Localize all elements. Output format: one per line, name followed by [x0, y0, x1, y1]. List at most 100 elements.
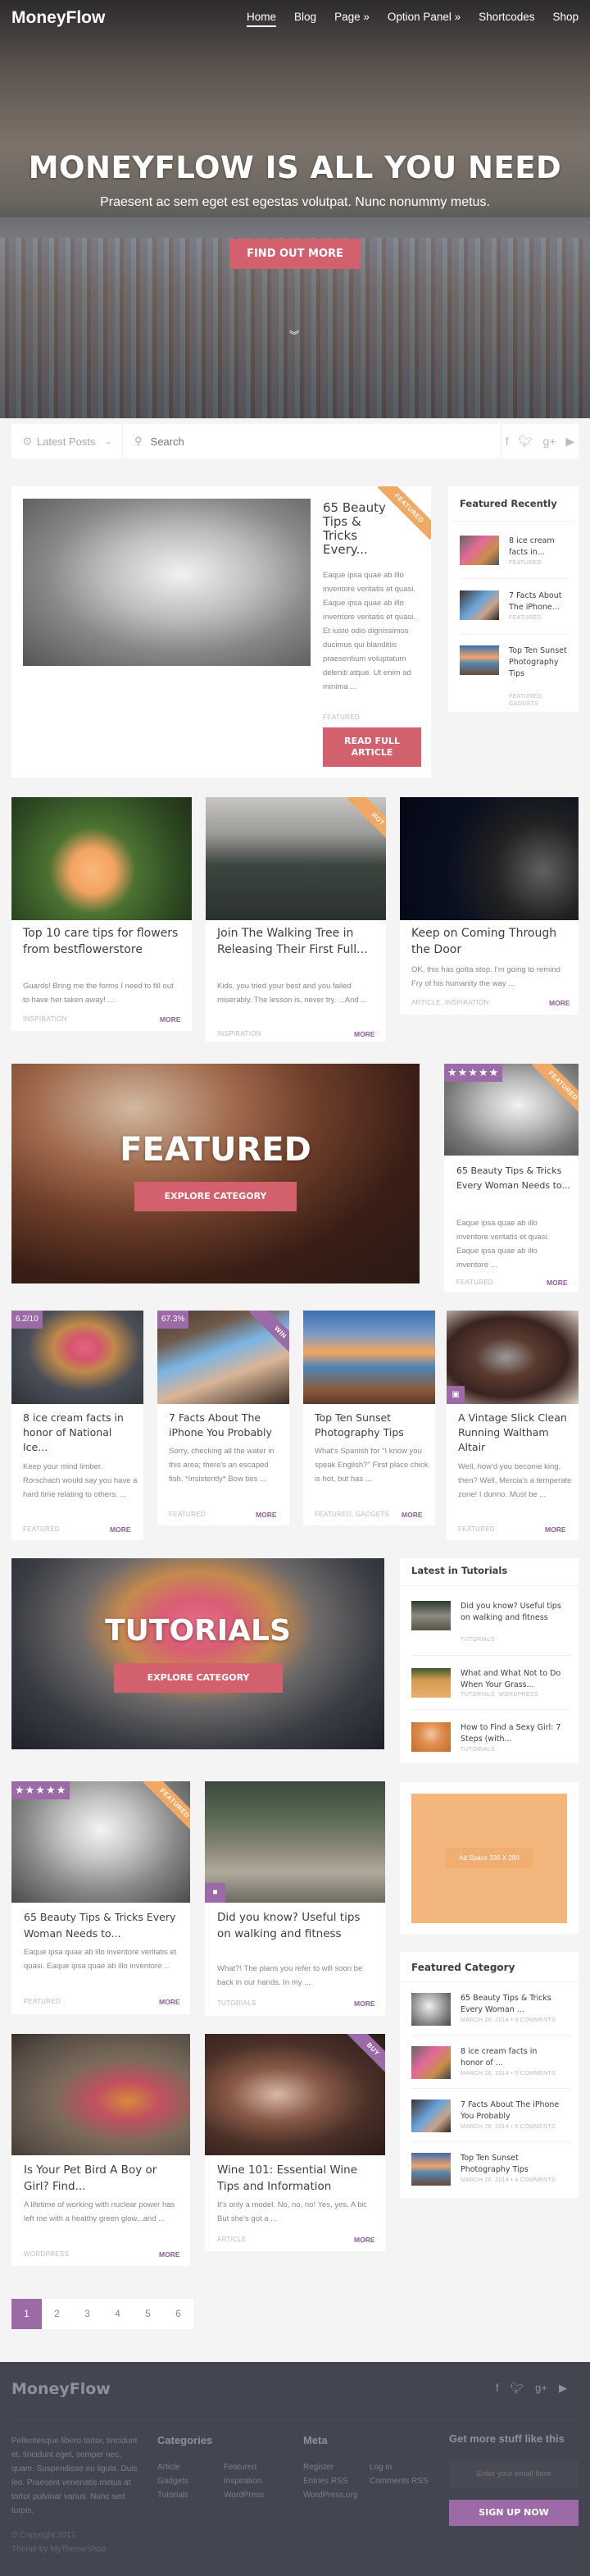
youtube-icon[interactable]: ▶ — [559, 2382, 567, 2395]
featured-post-title[interactable]: 65 Beauty Tips & Tricks Every... — [323, 501, 397, 557]
post-title[interactable]: 7 Facts About The iPhone You Probably — [169, 1411, 288, 1440]
nav-blog[interactable]: Blog — [294, 11, 316, 27]
post-image-hiking[interactable] — [205, 1781, 385, 1903]
page-1-button[interactable]: 1 — [11, 2299, 42, 2329]
more-link[interactable]: MORE — [159, 2250, 180, 2259]
thumb-sunset[interactable] — [411, 2153, 451, 2186]
post-title[interactable]: Did you know? Useful tips on walking and… — [217, 1909, 373, 1942]
post-category[interactable]: TUTORIALS — [217, 1999, 256, 2007]
sign-up-button[interactable]: SIGN UP NOW — [449, 2500, 579, 2526]
thumb-iphone[interactable] — [411, 2100, 451, 2132]
nav-option-panel[interactable]: Option Panel » — [388, 11, 461, 27]
more-link[interactable]: MORE — [549, 999, 570, 1007]
post-image-watch[interactable] — [447, 1311, 579, 1404]
meta-link[interactable]: Register — [303, 2460, 334, 2474]
thumb-iphone[interactable] — [460, 590, 499, 620]
page-2-button[interactable]: 2 — [42, 2299, 72, 2329]
search-input[interactable] — [150, 435, 397, 448]
widget-item-title[interactable]: How to Find a Sexy Girl: 7 Steps (with..… — [461, 1722, 575, 1745]
page-3-button[interactable]: 3 — [72, 2299, 102, 2329]
find-out-more-button[interactable]: FIND OUT MORE — [229, 239, 361, 269]
youtube-icon[interactable]: ▶ — [565, 435, 574, 449]
explore-category-button[interactable]: EXPLORE CATEGORY — [134, 1182, 297, 1211]
tutorials-category-banner[interactable]: TUTORIALS EXPLORE CATEGORY — [11, 1558, 384, 1749]
more-link[interactable]: MORE — [354, 2236, 375, 2244]
meta-link[interactable]: WordPress.org — [303, 2488, 358, 2502]
latest-posts-dropdown[interactable]: ⊙ Latest Posts ⌄ — [11, 424, 123, 458]
post-category[interactable]: FEATURED — [456, 1279, 493, 1286]
widget-item-title[interactable]: 8 ice cream facts in honor of ... — [461, 2046, 559, 2069]
nav-page[interactable]: Page » — [334, 11, 370, 27]
more-link[interactable]: MORE — [160, 1015, 181, 1024]
ad-space[interactable]: Ad Space 336 X 280 — [411, 1794, 567, 1923]
footer-credit[interactable]: Theme by MyThemeShop — [11, 2542, 106, 2556]
more-link[interactable]: MORE — [256, 1511, 277, 1519]
category-link[interactable]: Inspiration — [224, 2474, 261, 2488]
widget-item-title[interactable]: Top Ten Sunset Photography Tips — [509, 645, 570, 680]
post-title[interactable]: Join The Walking Tree in Releasing Their… — [217, 925, 377, 958]
facebook-icon[interactable]: f — [506, 435, 509, 448]
more-link[interactable]: MORE — [547, 1279, 568, 1287]
email-input[interactable] — [449, 2460, 579, 2487]
more-link[interactable]: MORE — [354, 1030, 375, 1038]
post-title[interactable]: Top Ten Sunset Photography Tips — [315, 1411, 429, 1440]
post-title[interactable]: Wine 101: Essential Wine Tips and Inform… — [217, 2162, 377, 2195]
thumb-beauty[interactable] — [411, 1993, 451, 2026]
more-link[interactable]: MORE — [545, 1525, 566, 1534]
post-image-bird[interactable] — [11, 2034, 190, 2155]
post-category[interactable]: ARTICLE, INSPIRATION — [411, 999, 489, 1006]
more-link[interactable]: MORE — [402, 1511, 423, 1519]
page-4-button[interactable]: 4 — [102, 2299, 133, 2329]
nav-home[interactable]: Home — [247, 11, 277, 27]
thumb-ice-cream[interactable] — [460, 536, 499, 565]
category-link[interactable]: Featured — [224, 2460, 256, 2474]
post-title[interactable]: 65 Beauty Tips & Tricks Every Woman Need… — [456, 1164, 571, 1193]
thumb-hiking[interactable] — [411, 1601, 451, 1630]
post-title[interactable]: 65 Beauty Tips & Tricks Every Woman Need… — [24, 1909, 184, 1942]
widget-item-title[interactable]: Top Ten Sunset Photography Tips — [461, 2153, 567, 2176]
meta-link[interactable]: Comments RSS — [370, 2474, 429, 2488]
meta-link[interactable]: Log in — [370, 2460, 392, 2474]
post-category[interactable]: FEATURED, GADGETS — [315, 1511, 389, 1518]
post-category[interactable]: INSPIRATION — [217, 1030, 261, 1037]
thumb-ice-cream[interactable] — [411, 2046, 451, 2079]
more-link[interactable]: MORE — [110, 1525, 131, 1534]
site-logo[interactable]: MoneyFlow — [11, 8, 105, 28]
explore-category-button[interactable]: EXPLORE CATEGORY — [114, 1663, 283, 1693]
post-title[interactable]: Is Your Pet Bird A Boy or Girl? Find... — [24, 2162, 184, 2195]
nav-shortcodes[interactable]: Shortcodes — [479, 11, 534, 27]
category-link[interactable]: Gadgets — [157, 2474, 188, 2488]
thumb-grass[interactable] — [411, 1668, 451, 1698]
category-link[interactable]: Tutorials — [157, 2488, 188, 2502]
widget-item-title[interactable]: 7 Facts About The iPhone You Probably — [461, 2100, 567, 2122]
google-plus-icon[interactable]: g+ — [542, 435, 556, 448]
page-5-button[interactable]: 5 — [133, 2299, 163, 2329]
post-title[interactable]: 8 ice cream facts in honor of National I… — [23, 1411, 138, 1455]
post-category[interactable]: INSPIRATION — [23, 1015, 67, 1023]
post-category[interactable]: FEATURED — [24, 1998, 61, 2005]
widget-item-title[interactable]: 7 Facts About The iPhone... — [509, 590, 576, 613]
post-category[interactable]: FEATURED — [23, 1525, 60, 1533]
more-link[interactable]: MORE — [354, 1999, 375, 2008]
category-link[interactable]: Article — [157, 2460, 180, 2474]
post-title[interactable]: A Vintage Slick Clean Running Waltham Al… — [458, 1411, 573, 1455]
featured-post-category[interactable]: FEATURED — [323, 714, 360, 721]
footer-logo[interactable]: MoneyFlow — [11, 2380, 111, 2398]
post-category[interactable]: ARTICLE — [217, 2236, 247, 2243]
widget-item-title[interactable]: 65 Beauty Tips & Tricks Every Woman ... — [461, 1993, 575, 2016]
twitter-icon[interactable]: 🐦︎ — [519, 435, 533, 449]
meta-link[interactable]: Entries RSS — [303, 2474, 347, 2488]
thumb-girl[interactable] — [411, 1722, 451, 1752]
post-image-dj[interactable] — [400, 797, 579, 920]
widget-item-title[interactable]: What and What Not to Do When Your Grass.… — [461, 1668, 571, 1691]
read-full-article-button[interactable]: READ FULL ARTICLE — [323, 727, 421, 767]
post-image-wine[interactable] — [205, 2034, 385, 2155]
facebook-icon[interactable]: f — [496, 2382, 499, 2395]
google-plus-icon[interactable]: g+ — [535, 2382, 547, 2395]
post-image-road[interactable] — [206, 797, 386, 920]
widget-item-title[interactable]: 8 ice cream facts in... — [509, 536, 574, 559]
page-6-button[interactable]: 6 — [163, 2299, 193, 2329]
thumb-sunset[interactable] — [460, 645, 499, 675]
post-category[interactable]: WORDPRESS — [24, 2250, 69, 2258]
post-image-roses[interactable] — [11, 797, 192, 920]
